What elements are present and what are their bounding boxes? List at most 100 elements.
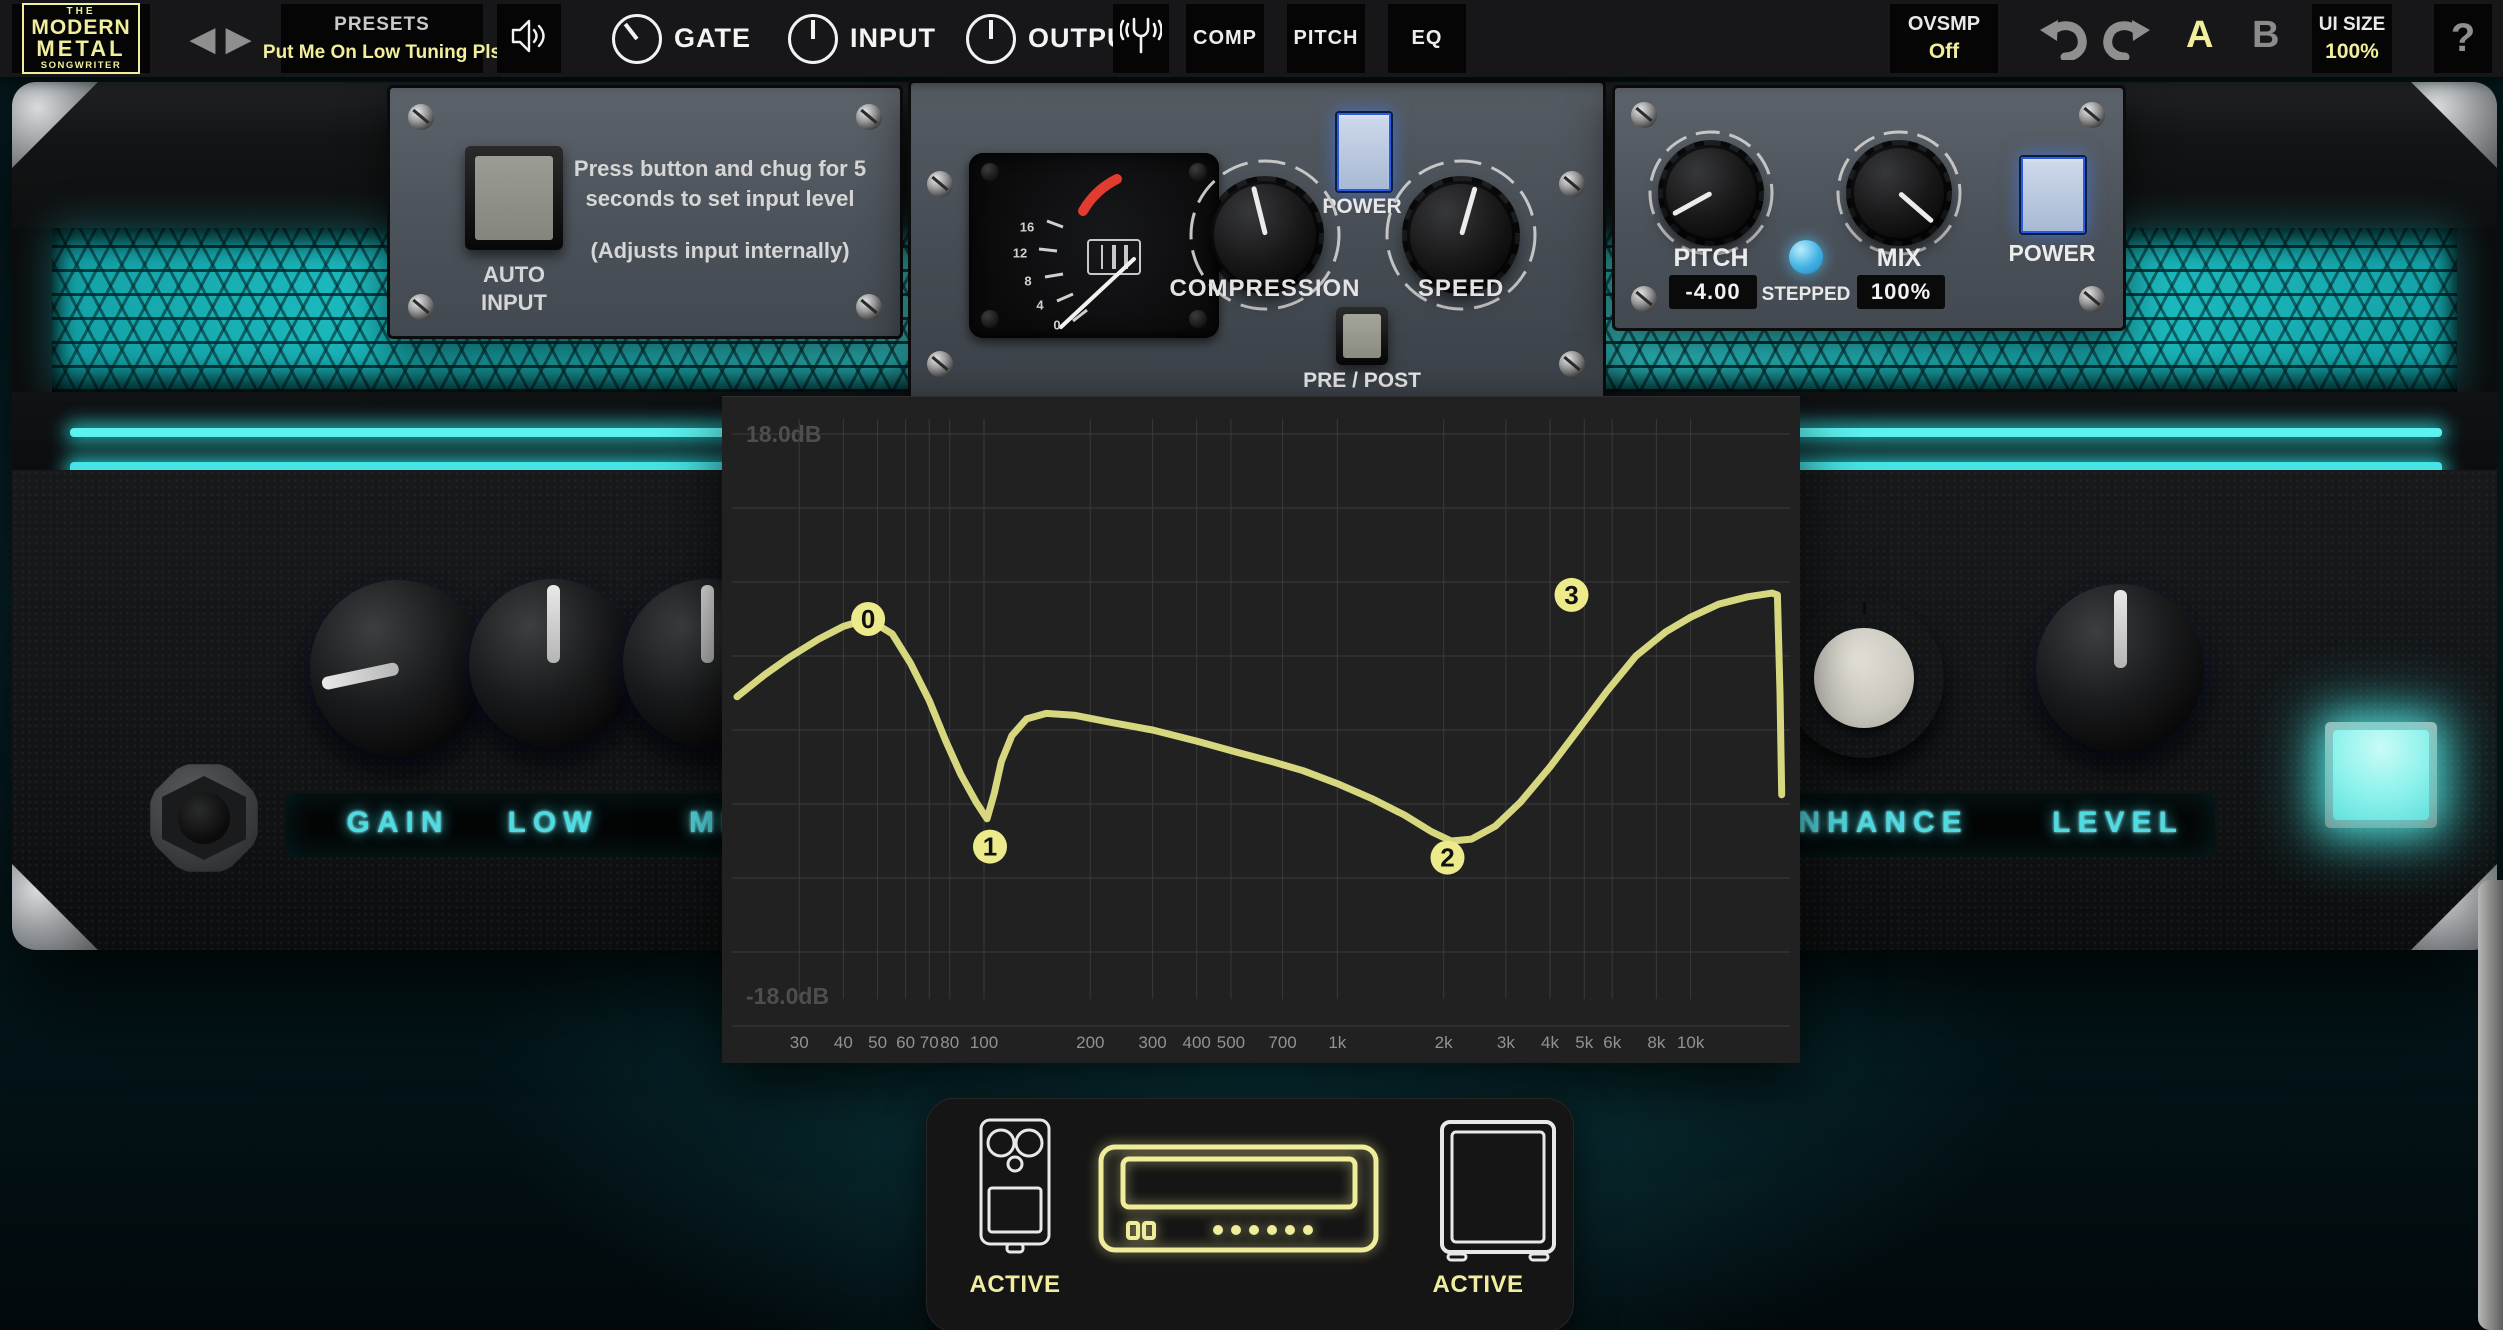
vu-meter-tick: 8 bbox=[1024, 274, 1031, 289]
eq-db-min-label: -18.0dB bbox=[746, 983, 829, 1010]
pitch-label: PITCH bbox=[1674, 244, 1749, 273]
pedal-active-badge: ACTIVE bbox=[969, 1271, 1060, 1299]
eq-freq-tick: 5k bbox=[1575, 1033, 1593, 1053]
tab-comp-label: COMP bbox=[1193, 27, 1257, 50]
ovsmp-value: Off bbox=[1929, 40, 1959, 64]
pre-post-button[interactable] bbox=[1336, 307, 1388, 365]
screw-icon bbox=[1559, 351, 1585, 377]
screw-icon bbox=[408, 294, 434, 320]
vu-meter-tick: 12 bbox=[1013, 246, 1027, 261]
ui-size-selector[interactable]: UI SIZE 100% bbox=[2312, 4, 2392, 73]
eq-freq-tick: 700 bbox=[1268, 1033, 1296, 1053]
tab-eq-label: EQ bbox=[1412, 27, 1443, 50]
oversampling-selector[interactable]: OVSMP Off bbox=[1890, 4, 1998, 73]
screw-icon bbox=[2079, 102, 2105, 128]
preset-selector[interactable]: PRESETS Put Me On Low Tuning Pls bbox=[281, 4, 483, 73]
auto-input-panel: AUTO INPUT Press button and chug for 5 s… bbox=[387, 85, 903, 339]
pitch-power-label: POWER bbox=[2009, 240, 2096, 267]
logo-line: METAL bbox=[31, 38, 130, 60]
amp-unit-button-selected[interactable] bbox=[1096, 1141, 1381, 1261]
pitch-knob[interactable] bbox=[1643, 125, 1779, 261]
eq-freq-tick: 400 bbox=[1183, 1033, 1211, 1053]
tuner-button[interactable] bbox=[1113, 4, 1169, 73]
amp-head-icon bbox=[1096, 1141, 1381, 1256]
tab-pitch-label: PITCH bbox=[1294, 27, 1359, 50]
tab-comp[interactable]: COMP bbox=[1186, 4, 1264, 73]
eq-freq-tick: 3k bbox=[1497, 1033, 1515, 1053]
pedal-icon bbox=[975, 1116, 1055, 1256]
logo-line: MODERN bbox=[31, 17, 130, 38]
auto-input-button-label-2: INPUT bbox=[481, 290, 547, 316]
preset-name: Put Me On Low Tuning Pls bbox=[263, 42, 501, 64]
vu-meter-tick: 16 bbox=[1020, 220, 1034, 235]
eq-node-1[interactable] bbox=[973, 830, 1007, 864]
eq-freq-tick: 10k bbox=[1677, 1033, 1704, 1053]
gain-knob[interactable] bbox=[310, 580, 486, 756]
low-knob[interactable] bbox=[469, 579, 637, 747]
screw-icon bbox=[927, 171, 953, 197]
ui-size-value: 100% bbox=[2325, 40, 2379, 64]
ovsmp-label: OVSMP bbox=[1908, 13, 1980, 36]
help-button[interactable]: ? bbox=[2434, 4, 2492, 73]
mix-knob[interactable] bbox=[1831, 125, 1967, 261]
input-button[interactable]: INPUT bbox=[788, 0, 936, 77]
ab-compare-b[interactable]: B bbox=[2252, 14, 2279, 57]
ab-compare-a[interactable]: A bbox=[2186, 14, 2213, 57]
stepped-toggle[interactable] bbox=[1789, 240, 1823, 274]
undo-button[interactable] bbox=[2038, 18, 2090, 60]
signal-chain-bar: ACTIVE ACTIVE bbox=[926, 1098, 1574, 1330]
screw-icon bbox=[408, 104, 434, 130]
cab-unit-button[interactable] bbox=[1438, 1116, 1558, 1267]
level-knob[interactable] bbox=[2036, 584, 2204, 752]
mix-value[interactable]: 100% bbox=[1857, 275, 1945, 309]
eq-freq-tick: 50 bbox=[868, 1033, 887, 1053]
mic-stand-pole bbox=[2478, 880, 2503, 1330]
amp-power-switch[interactable] bbox=[2325, 722, 2437, 828]
eq-freq-tick: 40 bbox=[834, 1033, 853, 1053]
tuning-fork-icon bbox=[1120, 13, 1162, 64]
screw-icon bbox=[981, 163, 999, 181]
cabinet-icon bbox=[1438, 1116, 1558, 1262]
eq-node-2[interactable] bbox=[1431, 841, 1465, 875]
vu-meter: 16 12 840 bbox=[969, 153, 1219, 338]
eq-freq-tick: 8k bbox=[1647, 1033, 1665, 1053]
eq-freq-tick: 6k bbox=[1603, 1033, 1621, 1053]
preset-next-button[interactable]: ▶ bbox=[226, 22, 252, 56]
pedal-unit-button[interactable] bbox=[975, 1116, 1055, 1261]
vu-meter-tick: 0 bbox=[1053, 318, 1060, 333]
amp-label-gain: GAIN bbox=[347, 806, 450, 840]
preset-nav: ◀ ▶ bbox=[168, 0, 273, 77]
amp-label-low: LOW bbox=[508, 806, 599, 840]
plugin-window: THE MODERN METAL SONGWRITER ◀ ▶ PRESETS … bbox=[0, 0, 2503, 1330]
monitor-button[interactable] bbox=[497, 4, 561, 73]
redo-button[interactable] bbox=[2100, 18, 2152, 60]
top-toolbar: THE MODERN METAL SONGWRITER ◀ ▶ PRESETS … bbox=[0, 0, 2503, 77]
eq-freq-tick: 30 bbox=[790, 1033, 809, 1053]
gate-button[interactable]: GATE bbox=[612, 0, 751, 77]
preset-prev-button[interactable]: ◀ bbox=[189, 22, 215, 56]
compression-label: COMPRESSION bbox=[1169, 275, 1360, 303]
ui-size-label: UI SIZE bbox=[2319, 14, 2386, 36]
eq-freq-tick: 1k bbox=[1328, 1033, 1346, 1053]
pitch-value[interactable]: -4.00 bbox=[1669, 275, 1757, 309]
enhance-knob[interactable] bbox=[1784, 598, 1944, 758]
screw-icon bbox=[1631, 286, 1657, 312]
eq-freq-tick: 200 bbox=[1076, 1033, 1104, 1053]
eq-curve-plot[interactable]: 0123 bbox=[722, 397, 1800, 1063]
compressor-panel: 1612840 POWER COMPRESSION SPEED PRE / PO… bbox=[908, 80, 1606, 402]
eq-graph-panel[interactable]: 0123 18.0dB -18.0dB 30405060708010020030… bbox=[722, 396, 1800, 1063]
tab-pitch[interactable]: PITCH bbox=[1287, 4, 1365, 73]
pitch-power-button[interactable] bbox=[2019, 155, 2087, 235]
vu-meter-tick: 4 bbox=[1036, 298, 1043, 313]
eq-node-0[interactable] bbox=[851, 602, 885, 636]
eq-node-3[interactable] bbox=[1555, 578, 1589, 612]
input-jack[interactable] bbox=[148, 762, 260, 874]
brand-logo: THE MODERN METAL SONGWRITER bbox=[12, 4, 150, 73]
gate-knob-icon bbox=[612, 14, 662, 64]
auto-input-button[interactable] bbox=[465, 146, 563, 250]
eq-freq-tick: 300 bbox=[1138, 1033, 1166, 1053]
tab-eq[interactable]: EQ bbox=[1388, 4, 1466, 73]
amp-label-level: LEVEL bbox=[2052, 806, 2184, 840]
gate-label: GATE bbox=[674, 23, 751, 54]
eq-freq-tick: 2k bbox=[1435, 1033, 1453, 1053]
